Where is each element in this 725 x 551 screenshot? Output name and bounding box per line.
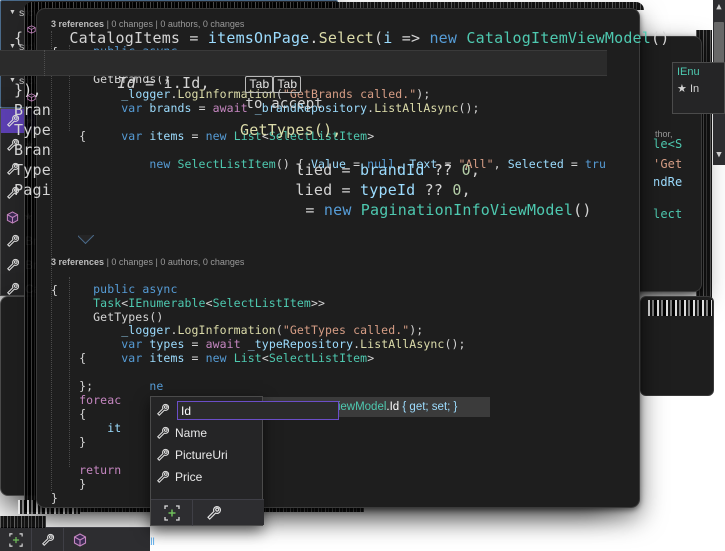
wrench-icon [206, 505, 222, 521]
screenshot-root: vm. ret _lo var var { 'Get ndRe lect tho… [0, 0, 725, 551]
background-noise-strip-right [648, 300, 712, 316]
background-fragment: 'Get [653, 157, 682, 171]
snippet-completion-item-pictureuri[interactable]: PictureUri [151, 444, 262, 466]
wrench-icon [6, 234, 20, 248]
quickinfo-text: In [690, 83, 699, 95]
code-line: foreac [51, 393, 121, 407]
code-line: it [51, 421, 121, 435]
completion-footer-toolbar[interactable] [0, 527, 150, 551]
quickinfo-accessors: { get; set; } [399, 401, 457, 413]
code-line: { [51, 129, 86, 143]
expand-selection-button[interactable] [151, 500, 193, 526]
completion-quickinfo-tooltip: IEnu ★ In [672, 62, 725, 114]
wrench-icon [156, 448, 170, 462]
snippet-completion-footer-toolbar[interactable] [151, 499, 264, 525]
expand-selection-icon [9, 533, 23, 547]
expand-selection-icon [164, 505, 180, 521]
scroll-up-arrow-icon[interactable]: ▲ [714, 2, 724, 12]
wrench-icon [6, 258, 20, 272]
snippet-completion-item-price[interactable]: Price [151, 466, 262, 488]
code-line: { [51, 407, 86, 421]
code-line: return [51, 463, 121, 477]
snippet-completion-label: Name [175, 426, 207, 440]
snippet-completion-input-row[interactable] [151, 397, 262, 422]
snippet-completion-label: PictureUri [175, 448, 228, 462]
code-line: } [51, 491, 58, 505]
filter-properties-button[interactable] [193, 500, 235, 526]
code-line: } [51, 477, 86, 491]
quickinfo-type: IEnu [677, 66, 720, 78]
code-line: { [51, 283, 58, 297]
filter-methods-button[interactable] [64, 528, 96, 551]
cube-icon [6, 211, 19, 224]
snippet-rename-input[interactable] [177, 401, 339, 420]
code-line: }; [51, 379, 93, 393]
wrench-icon [156, 426, 170, 440]
favorite-star-icon: ★ [677, 83, 687, 95]
code-line: { [51, 351, 86, 365]
wrench-icon [41, 533, 55, 547]
codelens-types[interactable]: 3 references | 0 changes | 0 authors, 0 … [51, 257, 244, 267]
snippet-completion-item-name[interactable]: Name [151, 422, 262, 444]
wrench-icon [156, 403, 170, 417]
code-line: } [51, 435, 86, 449]
snippet-completion-list[interactable]: Name PictureUri Price [150, 396, 263, 526]
peek-pointer-tail [78, 235, 94, 244]
background-window-fragment-bottom [0, 516, 46, 528]
wrench-icon [156, 470, 170, 484]
quickinfo-member: .Id [386, 401, 399, 413]
background-fragment: lect [653, 207, 682, 221]
expand-selection-button[interactable] [0, 528, 32, 551]
background-fragment: ndRe [653, 175, 682, 189]
scroll-down-arrow-icon[interactable]: ▼ [714, 150, 724, 160]
cube-icon [73, 533, 87, 547]
wrench-icon [6, 282, 20, 296]
background-fragment: le<S [653, 137, 682, 151]
snippet-completion-label: Price [175, 470, 202, 484]
filter-properties-button[interactable] [32, 528, 64, 551]
